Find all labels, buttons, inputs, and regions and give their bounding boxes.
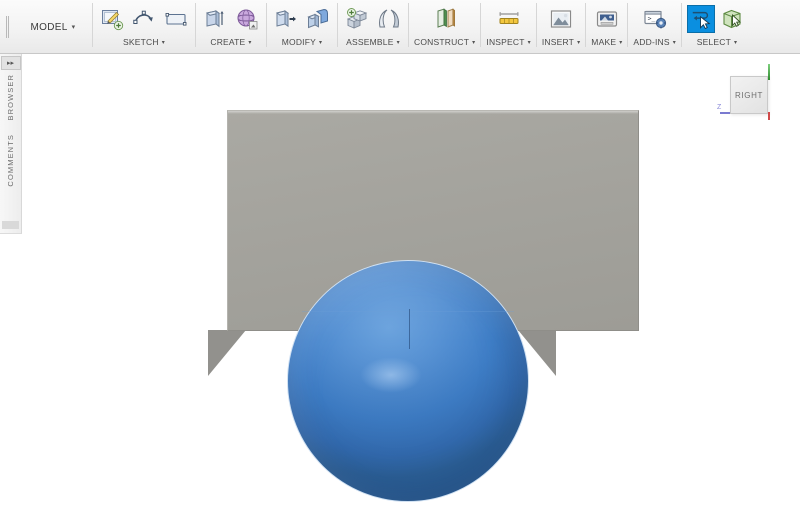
press-pull-icon[interactable]: [272, 5, 300, 33]
toolbar-group-construct: CONSTRUCT ▾: [409, 0, 480, 54]
toolbar-group-label-make[interactable]: MAKE ▾: [591, 37, 622, 47]
chevron-down-icon: ▾: [619, 39, 622, 46]
chevron-down-icon: ▾: [319, 39, 322, 46]
extrude-icon[interactable]: [201, 5, 229, 33]
toolbar-group-label-addins[interactable]: ADD-INS ▾: [633, 37, 676, 47]
chevron-down-icon: ▾: [673, 39, 676, 46]
chevron-down-icon: ▾: [248, 39, 251, 46]
create-sketch-icon[interactable]: [98, 5, 126, 33]
sphere-latitude-edge: [302, 311, 513, 312]
toolbar-drag-grip[interactable]: [0, 0, 14, 54]
group-label-text: INSPECT: [486, 37, 524, 47]
toolbar-group-label-select[interactable]: SELECT ▾: [697, 37, 738, 47]
toolbar-group-make: MAKE ▾: [586, 0, 627, 54]
scripts-addins-icon[interactable]: >_: [641, 5, 669, 33]
3d-print-icon[interactable]: [593, 5, 621, 33]
toolbar-group-label-modify[interactable]: MODIFY ▾: [282, 37, 322, 47]
viewcube-face-right[interactable]: RIGHT: [730, 76, 768, 114]
inspect-icons: [495, 3, 523, 35]
fusion360-window: MODEL ▾: [0, 0, 800, 532]
left-sidebar: ▸▸ BROWSER COMMENTS: [0, 54, 22, 234]
box-taper-left-face: [208, 330, 246, 376]
modify-icons: [272, 3, 332, 35]
toolbar-group-label-sketch[interactable]: SKETCH ▾: [123, 37, 165, 47]
group-label-text: MODIFY: [282, 37, 316, 47]
workspace-label: MODEL: [31, 22, 68, 33]
sketch-rectangle-icon[interactable]: [162, 5, 190, 33]
toolbar-group-create: CREATE ▾: [196, 0, 266, 54]
chevron-down-icon: ▾: [162, 39, 165, 46]
toolbar-group-insert: INSERT ▾: [537, 0, 585, 54]
mirror-joint-icon[interactable]: [375, 5, 403, 33]
box-top-highlight: [228, 111, 638, 114]
viewcube-face-label: RIGHT: [735, 91, 763, 100]
group-label-text: INSERT: [542, 37, 574, 47]
toolbar-group-select: SELECT ▾: [682, 0, 752, 54]
offset-plane-icon[interactable]: [431, 5, 459, 33]
toolbar-group-label-create[interactable]: CREATE ▾: [210, 37, 251, 47]
sidebar-item-label: COMMENTS: [6, 134, 15, 187]
addins-icons: >_: [641, 3, 669, 35]
select-cursor-icon[interactable]: [687, 5, 715, 33]
sidebar-footer-handle[interactable]: [2, 221, 19, 229]
measure-icon[interactable]: [495, 5, 523, 33]
chevron-down-icon: ▾: [528, 39, 531, 46]
sphere-body[interactable]: [287, 260, 529, 502]
make-icons: [593, 3, 621, 35]
axis-z-indicator: [720, 112, 730, 114]
create-icons: [201, 3, 261, 35]
toolbar-group-label-inspect[interactable]: INSPECT ▾: [486, 37, 530, 47]
group-label-text: MAKE: [591, 37, 616, 47]
sidebar-item-comments[interactable]: COMMENTS: [0, 134, 21, 187]
toolbar-group-label-assemble[interactable]: ASSEMBLE ▾: [346, 37, 400, 47]
sketch-arc-arrow-icon[interactable]: [130, 5, 158, 33]
construct-icons: [431, 3, 459, 35]
model-stage: [22, 54, 800, 532]
insert-icons: [547, 3, 575, 35]
create-form-icon[interactable]: [233, 5, 261, 33]
group-label-text: SELECT: [697, 37, 731, 47]
sidebar-item-label: BROWSER: [6, 74, 15, 120]
chevron-down-icon: ▾: [577, 39, 580, 46]
chevron-down-icon: ▾: [397, 39, 400, 46]
insert-image-icon[interactable]: [547, 5, 575, 33]
toolbar-group-modify: MODIFY ▾: [267, 0, 337, 54]
double-chevron-icon: ▸▸: [7, 60, 14, 67]
select-icons: [687, 3, 747, 35]
select-window-box-icon[interactable]: [719, 5, 747, 33]
axis-y-indicator: [768, 64, 770, 80]
new-component-icon[interactable]: [343, 5, 371, 33]
sidebar-item-browser[interactable]: BROWSER: [0, 74, 21, 120]
toolbar-group-label-insert[interactable]: INSERT ▾: [542, 37, 580, 47]
svg-text:>_: >_: [647, 14, 655, 22]
workspace-switcher-model[interactable]: MODEL ▾: [14, 0, 92, 54]
sphere-seam-edge: [409, 309, 410, 349]
group-label-text: CONSTRUCT: [414, 37, 469, 47]
sphere-specular-highlight: [360, 357, 422, 393]
chevron-down-icon: ▾: [472, 39, 475, 46]
toolbar-group-sketch: SKETCH ▾: [93, 0, 195, 54]
3d-viewport[interactable]: RIGHT Z: [22, 54, 800, 532]
group-label-text: ADD-INS: [633, 37, 669, 47]
chevron-down-icon: ▾: [72, 23, 76, 31]
axis-label-z: Z: [717, 104, 721, 111]
fillet-icon[interactable]: [304, 5, 332, 33]
toolbar-group-addins: >_ ADD-INS ▾: [628, 0, 681, 54]
sidebar-spacer: [0, 120, 21, 134]
group-label-text: CREATE: [210, 37, 245, 47]
axis-x-indicator: [768, 112, 770, 120]
sketch-icons: [98, 3, 190, 35]
toolbar-group-label-construct[interactable]: CONSTRUCT ▾: [414, 37, 475, 47]
viewcube[interactable]: RIGHT Z: [716, 62, 786, 128]
toolbar-group-assemble: ASSEMBLE ▾: [338, 0, 408, 54]
main-toolbar: MODEL ▾: [0, 0, 800, 54]
group-label-text: ASSEMBLE: [346, 37, 393, 47]
toolbar-group-inspect: INSPECT ▾: [481, 0, 535, 54]
group-label-text: SKETCH: [123, 37, 159, 47]
chevron-down-icon: ▾: [734, 39, 737, 46]
assemble-icons: [343, 3, 403, 35]
sidebar-expand-toggle[interactable]: ▸▸: [1, 56, 21, 70]
